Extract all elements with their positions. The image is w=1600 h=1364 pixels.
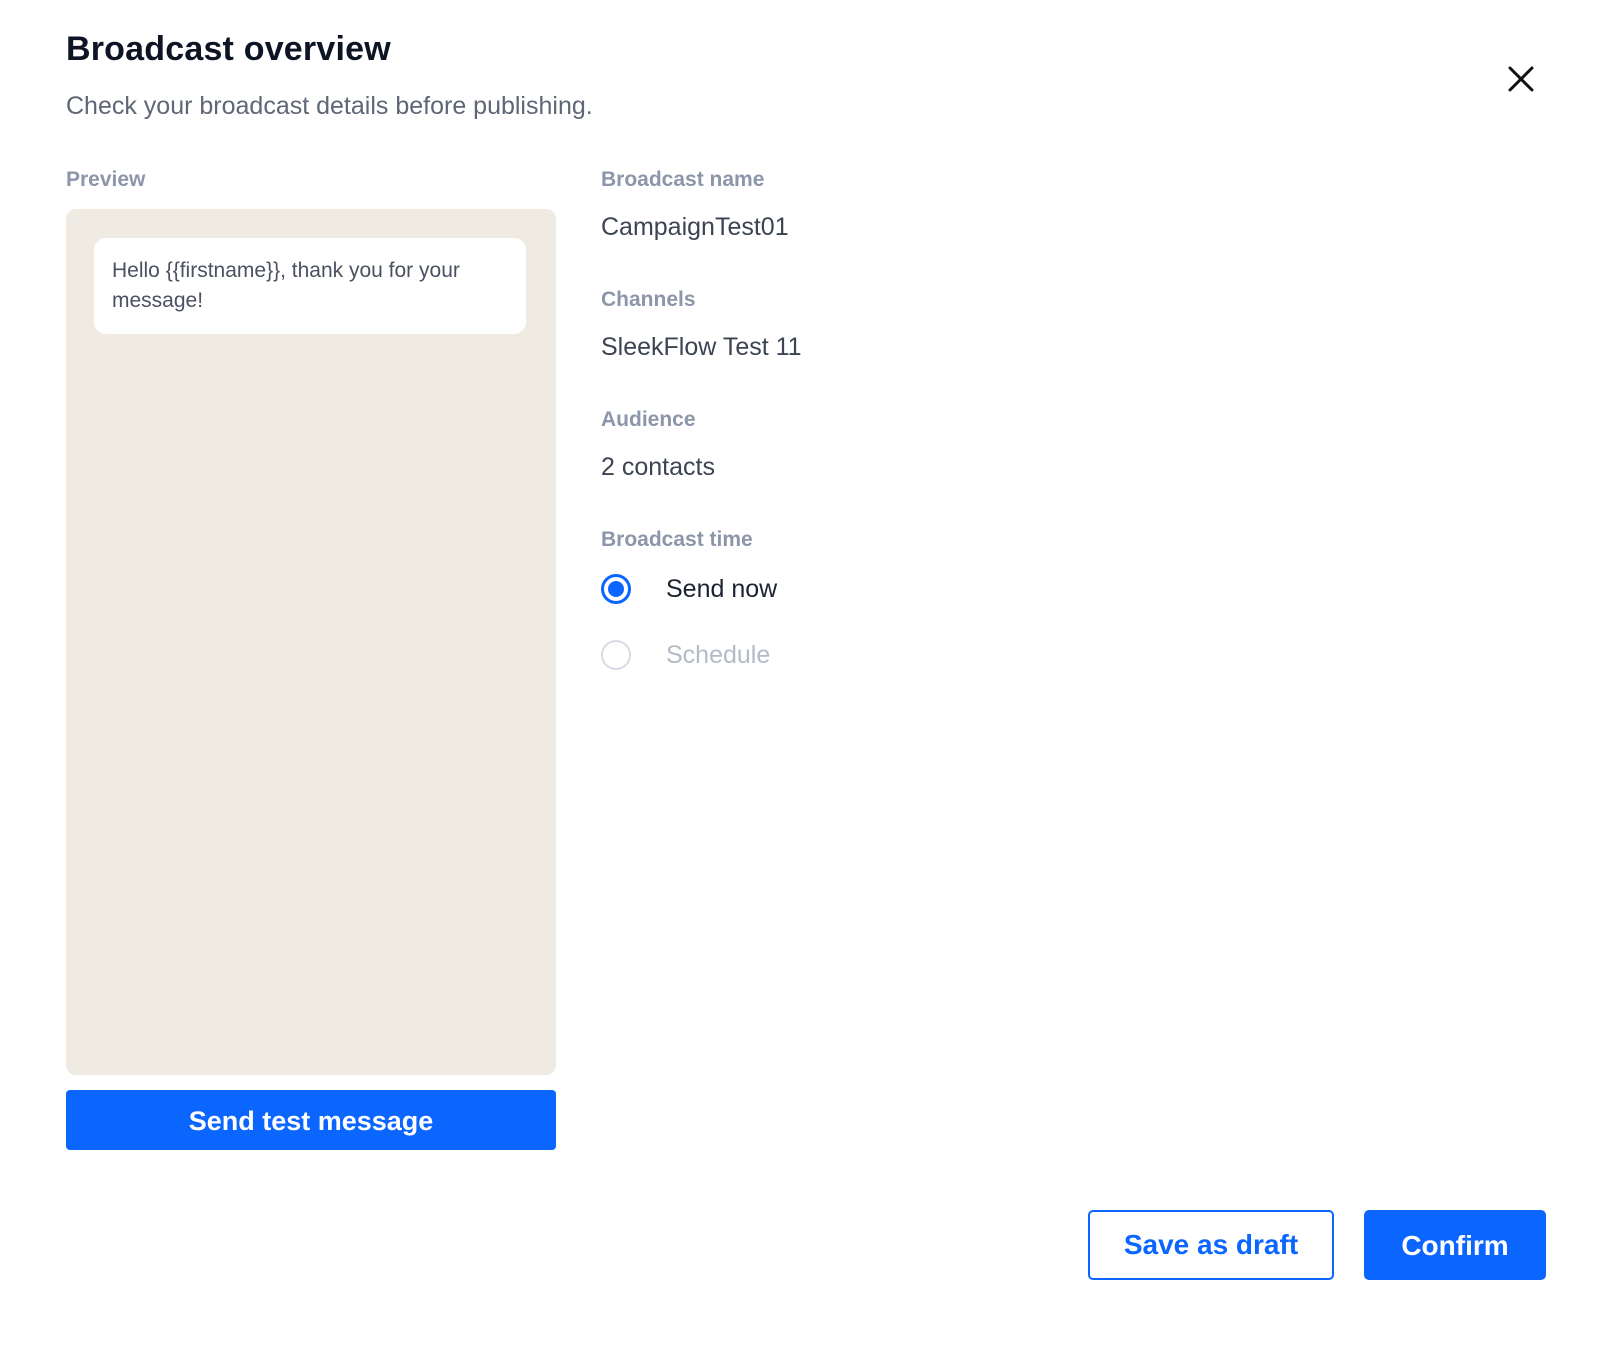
send-test-message-button[interactable]: Send test message: [66, 1090, 556, 1150]
confirm-button[interactable]: Confirm: [1364, 1210, 1546, 1280]
modal-subtitle: Check your broadcast details before publ…: [66, 92, 593, 120]
close-icon: [1508, 66, 1534, 92]
broadcast-name-label: Broadcast name: [601, 168, 765, 191]
preview-label: Preview: [66, 168, 146, 191]
message-preview-panel: [66, 209, 556, 1075]
schedule-radio[interactable]: [601, 640, 631, 670]
broadcast-name-value: CampaignTest01: [601, 213, 789, 241]
channels-label: Channels: [601, 288, 696, 311]
message-preview-bubble: Hello {{firstname}}, thank you for your …: [94, 238, 526, 334]
schedule-option[interactable]: Schedule: [601, 640, 770, 670]
audience-value: 2 contacts: [601, 453, 715, 481]
broadcast-time-label: Broadcast time: [601, 528, 753, 551]
close-button[interactable]: [1504, 62, 1538, 96]
send-now-label: Send now: [666, 574, 778, 603]
audience-label: Audience: [601, 408, 696, 431]
send-now-radio[interactable]: [601, 574, 631, 604]
broadcast-overview-modal: Broadcast overview Check your broadcast …: [0, 0, 1600, 1364]
send-now-option[interactable]: Send now: [601, 574, 777, 604]
save-as-draft-button[interactable]: Save as draft: [1088, 1210, 1334, 1280]
radio-selected-dot: [608, 581, 624, 597]
channels-value: SleekFlow Test 11: [601, 333, 802, 361]
modal-title: Broadcast overview: [66, 30, 391, 68]
schedule-label: Schedule: [666, 640, 771, 669]
